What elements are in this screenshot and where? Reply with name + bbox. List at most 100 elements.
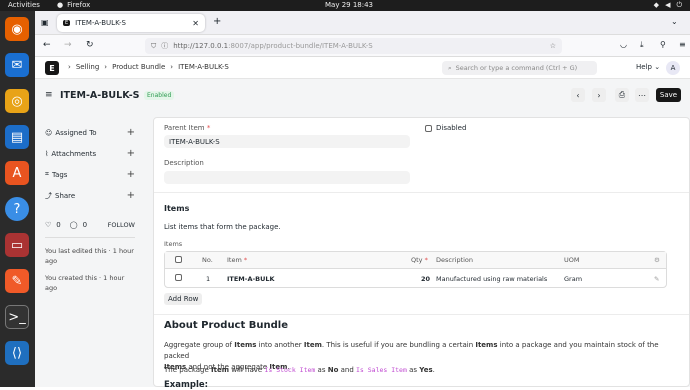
add-attachment-icon[interactable]: + [127,148,135,159]
awesomebar-search[interactable]: ⌕ Search or type a command (Ctrl + G) [442,61,597,75]
pocket-icon[interactable]: ◡ [620,40,627,49]
heart-icon[interactable]: ♡ [45,221,51,229]
vscode-dock-icon[interactable]: ⟨⟩ [5,341,29,365]
postman-dock-icon[interactable]: ✎ [5,269,29,293]
save-button[interactable]: Save [656,88,681,102]
description-field[interactable] [164,171,410,184]
chevron-down-icon: ⌄ [654,63,661,71]
column-settings-icon[interactable]: ⚙ [654,256,660,264]
print-button[interactable]: ⎙ [615,88,629,102]
likes-comments: ♡ 0 ◯ 0 FOLLOW [45,221,135,229]
breadcrumb-selling[interactable]: Selling [76,63,99,71]
back-button[interactable]: ← [43,40,51,50]
like-count: 0 [56,221,61,229]
thunderbird-dock-icon[interactable]: ✉ [5,53,29,77]
writer-dock-icon[interactable]: ▤ [5,125,29,149]
app-menu[interactable]: ● Firefox [57,1,90,9]
activities-button[interactable]: Activities [8,1,40,9]
avatar[interactable]: A [666,61,680,75]
sidebar-item-assigned-to[interactable]: ☺ Assigned To + [45,122,135,143]
share-icon: ⤴ [45,191,52,200]
browser-nav-bar: ← → ↻ ⛉ ⓘ http://127.0.0.1:8007/app/prod… [35,35,690,57]
items-table-label: Items [164,240,183,248]
breadcrumb-separator: › [104,63,108,71]
sidebar-item-tags[interactable]: ⌗ Tags + [45,164,135,185]
divider [45,237,135,238]
downloads-icon[interactable]: ⤓ [640,40,644,50]
system-tray[interactable]: ◆ ◀ ⏻ [654,1,682,10]
disabled-checkbox-field[interactable]: Disabled [425,124,466,132]
more-actions-button[interactable]: ⋯ [635,88,649,102]
sidebar-item-share[interactable]: ⤴ Share + [45,185,135,206]
items-section-title[interactable]: Items [164,204,189,213]
tag-icon: ⌗ [45,170,49,178]
row-uom[interactable]: Gram [564,275,582,283]
app-name: Firefox [67,1,91,9]
breadcrumb-separator: › [170,63,174,71]
row-description[interactable]: Manufactured using raw materials [436,275,547,283]
sidebar-toggle-icon[interactable]: ≡ [45,90,53,100]
sidebar-item-label: Attachments [51,149,97,158]
terminal-dock-icon[interactable]: >_ [5,305,29,329]
forward-button[interactable]: → [64,40,72,50]
col-qty: Qty * [411,256,428,264]
row-checkbox[interactable] [175,274,182,283]
user-icon: ☺ [45,128,53,137]
section-divider [154,192,689,193]
hamburger-menu-icon[interactable]: ≡ [679,40,686,49]
example-heading: Example: [164,380,209,390]
edit-row-icon[interactable]: ✎ [654,275,659,283]
help-dropdown[interactable]: Help ⌄ [636,63,660,71]
comment-icon[interactable]: ◯ [70,221,78,229]
parent-item-field[interactable]: ITEM-A-BULK-S [164,135,410,148]
last-edited-line1: You last edited this · 1 hour [45,247,134,255]
breadcrumb-separator: › [68,63,71,71]
next-doc-button[interactable]: › [592,88,606,102]
url-bar[interactable]: ⛉ ⓘ http://127.0.0.1:8007/app/product-bu… [145,38,562,54]
select-all-checkbox[interactable] [175,255,182,265]
tab-list-chevron-down-icon[interactable]: ⌄ [671,17,678,26]
browser-tab[interactable]: E ITEM-A-BULK-S ✕ [57,14,205,32]
col-uom: UOM [564,256,580,264]
table-row[interactable]: 1 ITEM-A-BULK 20 Manufactured using raw … [165,269,666,288]
new-tab-button[interactable]: + [213,16,221,27]
firefox-dock-icon[interactable]: ◉ [5,17,29,41]
row-item[interactable]: ITEM-A-BULK [227,275,275,283]
close-tab-icon[interactable]: ✕ [192,19,199,28]
disabled-checkbox[interactable] [425,124,432,132]
add-share-icon[interactable]: + [127,190,135,201]
previous-doc-button[interactable]: ‹ [571,88,585,102]
network-icon: ◆ [653,1,660,9]
last-edited-info: You last edited this · 1 hour ago [45,246,135,266]
extensions-icon[interactable]: ⚲ [660,40,666,49]
follow-button[interactable]: FOLLOW [108,221,135,229]
col-description: Description [436,256,474,264]
col-no: No. [202,256,213,264]
tab-title: ITEM-A-BULK-S [75,19,126,27]
table-header: No. Item * Qty * Description UOM ⚙ [165,252,666,269]
clock[interactable]: May 29 18:43 [325,1,373,9]
sidebar-item-attachments[interactable]: ⌇ Attachments + [45,143,135,164]
reload-button[interactable]: ↻ [86,40,94,50]
app-center-dock-icon[interactable]: A [5,161,29,185]
tab-overview-icon[interactable]: ▣ [41,18,49,27]
add-assignment-icon[interactable]: + [127,127,135,138]
rhythmbox-dock-icon[interactable]: ◎ [5,89,29,113]
files-dock-icon[interactable]: ▭ [5,233,29,257]
parent-item-label: Parent Item * [164,124,211,132]
breadcrumb-current[interactable]: ITEM-A-BULK-S [178,63,229,71]
form-card: Parent Item * ITEM-A-BULK-S Disabled Des… [153,117,690,390]
search-placeholder: Search or type a command (Ctrl + G) [455,64,578,72]
site-favicon-icon: E [63,20,71,26]
disabled-label: Disabled [436,124,467,132]
app-logo[interactable]: E [45,61,59,75]
url-path: :8007/app/product-bundle/ITEM-A-BULK-S [228,42,373,50]
row-qty[interactable]: 20 [421,275,430,283]
bookmark-star-icon[interactable]: ☆ [550,42,556,50]
status-badge: Enabled [144,91,175,100]
help-dock-icon[interactable]: ? [5,197,29,221]
add-tag-icon[interactable]: + [127,169,135,180]
breadcrumb-product-bundle[interactable]: Product Bundle [112,63,165,71]
add-row-button[interactable]: Add Row [164,293,203,305]
created-line2: ago [45,284,58,292]
